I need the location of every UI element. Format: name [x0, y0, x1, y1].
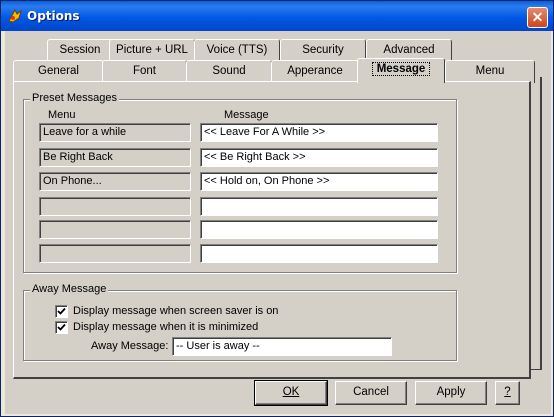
tab-apperance[interactable]: Apperance — [271, 60, 359, 83]
ok-button-label: OK — [282, 386, 300, 398]
title-bar[interactable]: Options ✕ — [1, 1, 553, 31]
tab-sound-label: Sound — [212, 65, 246, 77]
preset-menu-field-3[interactable]: On Phone... — [39, 172, 191, 191]
tab-session-label: Session — [59, 44, 101, 56]
tab-sound[interactable]: Sound — [186, 60, 272, 83]
apply-button-label: Apply — [436, 386, 466, 398]
apply-button[interactable]: Apply — [415, 381, 487, 405]
tab-menu[interactable]: Menu — [445, 60, 535, 83]
window-title: Options — [27, 9, 80, 23]
away-message-field-label: Away Message: — [91, 340, 169, 352]
tab-session[interactable]: Session — [47, 39, 113, 62]
close-icon[interactable]: ✕ — [527, 7, 548, 28]
minimized-checkbox[interactable] — [55, 321, 68, 334]
tab-voice-tts[interactable]: Voice (TTS) — [194, 39, 280, 62]
menu-column-header: Menu — [48, 109, 76, 121]
options-window: Options ✕ Session Picture + URL Voice (T… — [0, 0, 554, 417]
minimized-label[interactable]: Display message when it is minimized — [73, 321, 258, 333]
screensaver-checkbox[interactable] — [55, 305, 68, 318]
preset-message-field-4[interactable] — [200, 197, 438, 216]
preset-message-field-5[interactable] — [200, 220, 438, 239]
tab-menu-label: Menu — [475, 65, 505, 77]
preset-message-field-2[interactable]: << Be Right Back >> — [200, 148, 438, 167]
help-button[interactable]: ? — [495, 381, 520, 405]
preset-menu-field-4[interactable] — [39, 197, 191, 216]
tab-security[interactable]: Security — [280, 39, 366, 62]
preset-menu-field-5[interactable] — [39, 220, 191, 239]
preset-messages-title: Preset Messages — [30, 92, 119, 104]
tab-font-label: Font — [132, 65, 156, 77]
preset-messages-group: Preset Messages Menu Message Leave for a… — [23, 92, 457, 273]
screensaver-label[interactable]: Display message when screen saver is on — [73, 305, 278, 317]
message-column-header: Message — [224, 109, 269, 121]
tab-advanced-label: Advanced — [383, 44, 435, 56]
tab-apperance-label: Apperance — [287, 65, 343, 77]
away-message-title: Away Message — [30, 283, 109, 295]
preset-menu-field-2[interactable]: Be Right Back — [39, 148, 191, 167]
cancel-button[interactable]: Cancel — [335, 381, 407, 405]
away-message-input[interactable]: -- User is away -- — [172, 337, 392, 356]
tab-security-label: Security — [302, 44, 344, 56]
tab-message[interactable]: Message — [357, 58, 445, 83]
help-button-label: ? — [504, 386, 511, 398]
cancel-button-label: Cancel — [353, 386, 389, 398]
ok-button[interactable]: OK — [254, 380, 328, 406]
preset-message-field-3[interactable]: << Hold on, On Phone >> — [200, 172, 438, 191]
tab-general-label: General — [38, 65, 79, 77]
tab-general[interactable]: General — [13, 60, 104, 83]
app-icon — [8, 8, 22, 23]
preset-menu-field-1[interactable]: Leave for a while — [39, 123, 191, 142]
checkmark-icon — [57, 323, 66, 331]
tab-picture-url-label: Picture + URL — [116, 44, 188, 56]
preset-message-field-6[interactable] — [200, 244, 438, 263]
checkmark-icon — [57, 307, 66, 315]
away-message-group: Away Message Display message when screen… — [23, 283, 457, 361]
tab-picture-url[interactable]: Picture + URL — [109, 39, 195, 62]
dialog-body: Session Picture + URL Voice (TTS) Securi… — [5, 31, 551, 414]
preset-message-field-1[interactable]: << Leave For A While >> — [200, 123, 438, 142]
preset-menu-field-6[interactable] — [39, 244, 191, 263]
tab-voice-tts-label: Voice (TTS) — [206, 44, 268, 56]
message-tab-panel: Preset Messages Menu Message Leave for a… — [13, 81, 531, 379]
tab-font[interactable]: Font — [102, 60, 187, 83]
tab-message-label: Message — [371, 62, 431, 76]
